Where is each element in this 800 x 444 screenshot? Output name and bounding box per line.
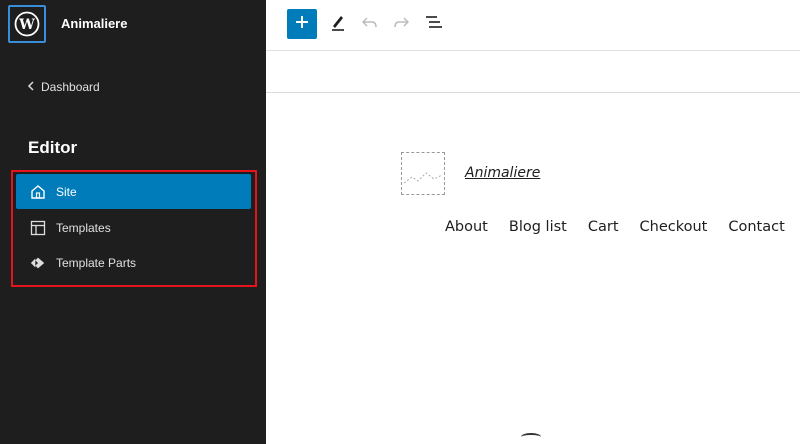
symbol-icon: [30, 255, 46, 271]
site-logo-placeholder[interactable]: [401, 152, 445, 195]
undo-icon: [361, 15, 378, 34]
wordpress-logo-icon[interactable]: W: [8, 5, 46, 43]
nav-link-checkout[interactable]: Checkout: [640, 219, 708, 235]
sidebar-item-label: Template Parts: [56, 255, 137, 270]
canvas-header-bar: [266, 51, 800, 93]
undo-button[interactable]: [355, 9, 385, 39]
sidebar-item-label: Site: [56, 184, 77, 199]
home-icon: [30, 184, 46, 200]
editor-toolbar: [266, 0, 800, 51]
nav-link-blog-list[interactable]: Blog list: [509, 219, 567, 235]
pencil-icon: [330, 13, 346, 36]
sidebar-item-templates[interactable]: Templates: [16, 210, 251, 245]
layout-icon: [30, 220, 46, 236]
nav-link-cart[interactable]: Cart: [588, 219, 619, 235]
sidebar-item-template-parts[interactable]: Template Parts: [16, 245, 251, 280]
sidebar-item-label: Templates: [56, 220, 111, 235]
tools-button[interactable]: [323, 9, 353, 39]
back-link-label: Dashboard: [41, 80, 100, 94]
nav-link-about[interactable]: About: [445, 219, 488, 235]
back-to-dashboard-link[interactable]: Dashboard: [27, 80, 100, 94]
list-view-icon: [425, 15, 443, 34]
list-view-button[interactable]: [419, 9, 449, 39]
partial-content-glyph: [521, 433, 541, 441]
editor-title: Editor: [28, 138, 78, 157]
editor-canvas[interactable]: Animaliere About Blog list Cart Checkout…: [266, 93, 800, 444]
chevron-left-icon: [27, 80, 35, 94]
nav-link-contact[interactable]: Contact: [728, 219, 784, 235]
plus-icon: [295, 15, 309, 34]
site-title[interactable]: Animaliere: [465, 165, 540, 181]
sidebar: W Animaliere Dashboard Editor Site Templ…: [0, 0, 266, 444]
sidebar-item-site[interactable]: Site: [16, 174, 251, 209]
site-name: Animaliere: [61, 16, 128, 31]
redo-button[interactable]: [386, 9, 416, 39]
redo-icon: [393, 15, 410, 34]
svg-text:W: W: [18, 17, 35, 33]
site-navigation: About Blog list Cart Checkout Contact: [445, 219, 785, 235]
add-block-button[interactable]: [287, 9, 317, 39]
